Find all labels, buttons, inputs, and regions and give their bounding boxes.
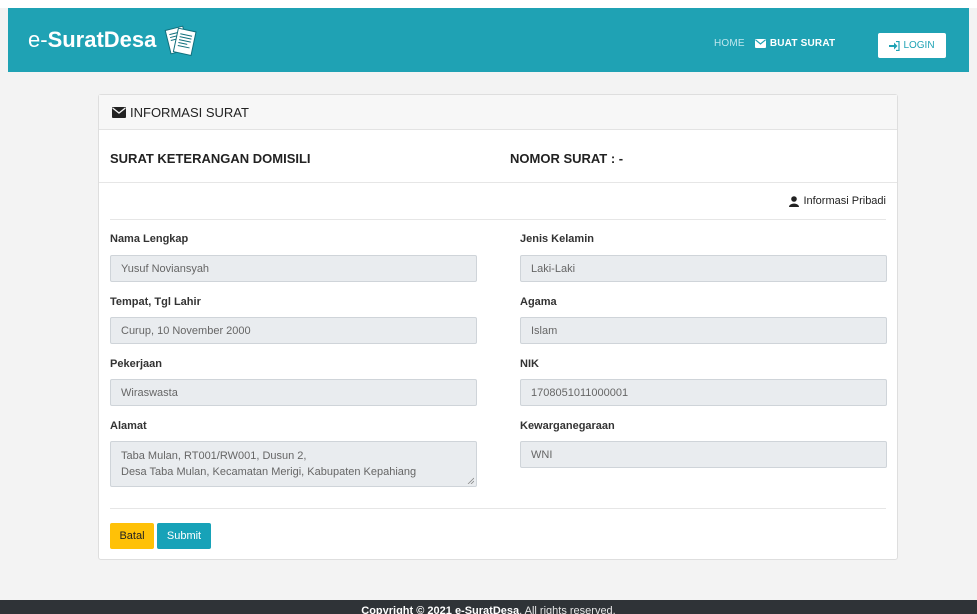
kewarganegaraan-label: Kewarganegaraan xyxy=(520,420,615,432)
resize-grip-icon[interactable] xyxy=(467,477,474,484)
nav-buat-surat-label: BUAT SURAT xyxy=(769,38,836,49)
brand-logo[interactable]: e- SuratDesa xyxy=(28,20,200,60)
batal-button[interactable]: Batal xyxy=(110,523,154,549)
nav-links: HOME BUAT SURAT xyxy=(714,38,835,49)
pekerjaan-value: Wiraswasta xyxy=(121,386,178,399)
nav-buat-surat-link[interactable]: BUAT SURAT xyxy=(754,38,836,49)
login-label: LOGIN xyxy=(903,40,935,51)
alamat-textarea[interactable]: Taba Mulan, RT001/RW001, Dusun 2, Desa T… xyxy=(110,441,477,487)
card-header-title: INFORMASI SURAT xyxy=(130,104,249,120)
alamat-line-1: Taba Mulan, RT001/RW001, Dusun 2, xyxy=(121,450,307,462)
jenis-kelamin-label: Jenis Kelamin xyxy=(520,233,594,245)
nama-value: Yusuf Noviansyah xyxy=(121,262,210,275)
footer: Copyright © 2021 e-SuratDesa. All rights… xyxy=(0,600,977,614)
documents-icon xyxy=(162,21,200,59)
divider xyxy=(99,182,897,183)
section-label: Informasi Pribadi xyxy=(803,195,886,207)
kewarganegaraan-value: WNI xyxy=(531,448,553,461)
ttl-value: Curup, 10 November 2000 xyxy=(121,324,251,337)
ttl-field[interactable]: Curup, 10 November 2000 xyxy=(110,317,477,344)
submit-button[interactable]: Submit xyxy=(157,523,211,549)
brand-prefix: e- xyxy=(28,27,48,52)
sign-in-icon xyxy=(889,40,901,51)
nik-value: 1708051011000001 xyxy=(531,386,629,399)
agama-value: Islam xyxy=(531,324,558,337)
pekerjaan-field[interactable]: Wiraswasta xyxy=(110,379,477,406)
jenis-kelamin-value: Laki-Laki xyxy=(531,262,576,275)
divider xyxy=(110,508,886,509)
agama-label: Agama xyxy=(520,296,557,308)
surat-title: SURAT KETERANGAN DOMISILI xyxy=(110,151,311,166)
alamat-line-2: Desa Taba Mulan, Kecamatan Merigi, Kabup… xyxy=(121,466,417,478)
user-icon xyxy=(789,195,800,207)
navbar: e- SuratDesa HOME BUAT SURAT LOGIN xyxy=(8,8,969,72)
alamat-label: Alamat xyxy=(110,420,147,432)
login-button[interactable]: LOGIN xyxy=(878,33,946,58)
brand-name: SuratDesa xyxy=(47,27,157,52)
card-header: INFORMASI SURAT xyxy=(99,95,897,130)
divider xyxy=(110,219,886,220)
footer-rights: . All rights reserved. xyxy=(519,605,616,614)
jenis-kelamin-field[interactable]: Laki-Laki xyxy=(520,255,887,282)
nama-label: Nama Lengkap xyxy=(110,233,189,245)
section-informasi-pribadi: Informasi Pribadi xyxy=(789,195,886,207)
nik-field[interactable]: 1708051011000001 xyxy=(520,379,887,406)
kewarganegaraan-field[interactable]: WNI xyxy=(520,441,887,468)
footer-brand: e-SuratDesa xyxy=(454,605,520,614)
nav-home-link[interactable]: HOME xyxy=(714,38,745,49)
envelope-icon xyxy=(112,106,126,118)
nama-field[interactable]: Yusuf Noviansyah xyxy=(110,255,477,282)
agama-field[interactable]: Islam xyxy=(520,317,887,344)
informasi-surat-card: INFORMASI SURAT SURAT KETERANGAN DOMISIL… xyxy=(98,94,898,560)
nik-label: NIK xyxy=(520,358,539,370)
top-strip xyxy=(0,0,977,8)
ttl-label: Tempat, Tgl Lahir xyxy=(110,296,201,308)
pekerjaan-label: Pekerjaan xyxy=(110,358,162,370)
footer-copyright-prefix: Copyright © 2021 xyxy=(361,605,455,614)
nomor-surat: NOMOR SURAT : - xyxy=(510,151,624,166)
envelope-icon xyxy=(754,39,766,48)
